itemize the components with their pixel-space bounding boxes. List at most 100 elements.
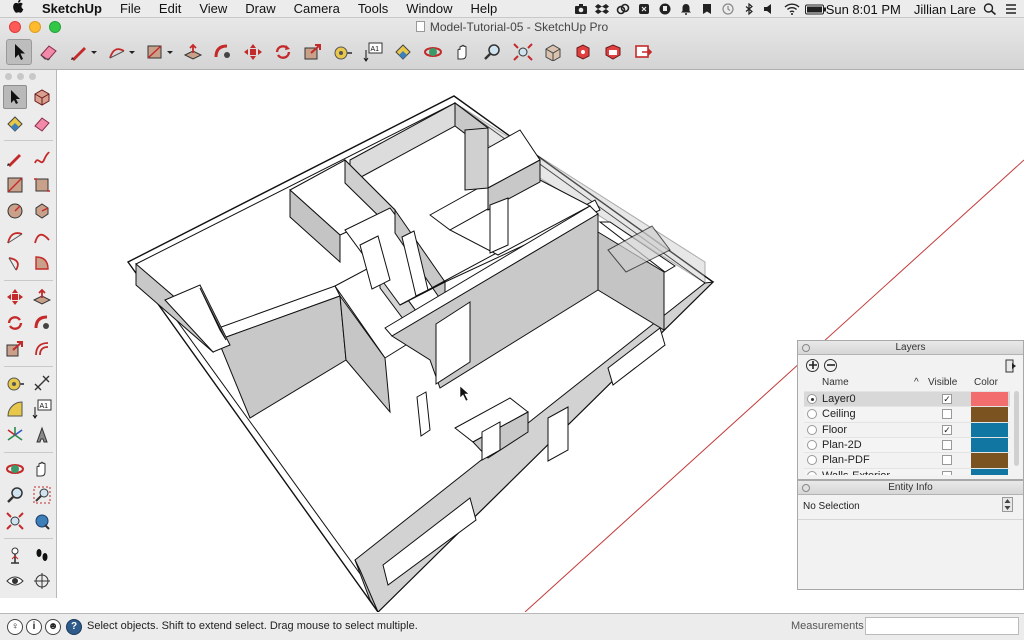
- toolbar-pencil-button[interactable]: [66, 39, 100, 65]
- toolbar-rotate-button[interactable]: [270, 39, 296, 65]
- dropbox-icon[interactable]: [594, 3, 609, 15]
- toolbar-text-button[interactable]: A1: [360, 39, 386, 65]
- wunderlist-icon[interactable]: [700, 3, 714, 15]
- palette-previous-view-tool[interactable]: [30, 509, 54, 533]
- layer-color-swatch[interactable]: [971, 453, 1008, 469]
- palette-arc-tool[interactable]: [3, 225, 27, 249]
- layer-visible-checkbox[interactable]: [942, 409, 952, 420]
- menu-help[interactable]: Help: [461, 0, 506, 18]
- toolbar-tape-measure-button[interactable]: [330, 39, 356, 65]
- palette-scale-tool[interactable]: [3, 337, 27, 361]
- toolbar-rectangle-button[interactable]: [142, 39, 176, 65]
- active-layer-radio[interactable]: [807, 455, 817, 466]
- palette-position-camera-tool[interactable]: [3, 543, 27, 567]
- toolbar-move-button[interactable]: [240, 39, 266, 65]
- palette-dimension-tool[interactable]: [30, 371, 54, 395]
- palette-rotated-rectangle-tool[interactable]: [30, 173, 54, 197]
- palette-line-tool[interactable]: [3, 146, 27, 170]
- instructor-help-icon[interactable]: ?: [66, 619, 82, 635]
- menubar-clock[interactable]: Sun 8:01 PM: [826, 2, 901, 17]
- layer-name[interactable]: Ceiling: [822, 408, 856, 421]
- layer-row[interactable]: Layer0 ✓: [804, 391, 1010, 407]
- toolbar-orbit-button[interactable]: [420, 39, 446, 65]
- bluetooth-icon[interactable]: [742, 2, 756, 16]
- menu-edit[interactable]: Edit: [150, 0, 190, 18]
- toolbar-zoom-button[interactable]: [480, 39, 506, 65]
- layers-panel-header[interactable]: Layers: [798, 341, 1023, 355]
- battery-icon[interactable]: [804, 3, 826, 15]
- layer-name[interactable]: Plan-PDF: [822, 454, 870, 467]
- palette-offset-tool[interactable]: [30, 337, 54, 361]
- palette-3-point-arc-tool[interactable]: [3, 251, 27, 275]
- toolbar-arc-button[interactable]: [104, 39, 138, 65]
- palette-eraser-tool[interactable]: [30, 112, 54, 136]
- palette-polygon-tool[interactable]: [30, 199, 54, 223]
- active-layer-radio[interactable]: [807, 470, 817, 475]
- layers-panel-collapse-button[interactable]: [802, 344, 810, 352]
- palette-pan-tool[interactable]: [30, 457, 54, 481]
- active-layer-radio[interactable]: [807, 394, 817, 404]
- menu-window[interactable]: Window: [397, 0, 461, 18]
- entity-info-collapse-button[interactable]: [802, 484, 810, 492]
- palette-follow-me-tool[interactable]: [30, 311, 54, 335]
- palette-2-point-arc-tool[interactable]: [30, 225, 54, 249]
- menu-file[interactable]: File: [111, 0, 150, 18]
- apple-icon[interactable]: [12, 0, 28, 18]
- sort-ascending-icon[interactable]: ^: [914, 377, 919, 388]
- palette-zoom-window-tool[interactable]: [30, 483, 54, 507]
- menu-camera[interactable]: Camera: [285, 0, 349, 18]
- palette-rotate-tool[interactable]: [3, 311, 27, 335]
- toolbar-3d-warehouse-button[interactable]: [540, 39, 566, 65]
- layer-color-swatch[interactable]: [971, 468, 1008, 475]
- palette-axes-tool[interactable]: [3, 423, 27, 447]
- palette-make-component-tool[interactable]: [30, 85, 54, 109]
- layer-name[interactable]: Layer0: [822, 393, 856, 406]
- palette-zoom-tool[interactable]: [3, 483, 27, 507]
- menubar-user[interactable]: Jillian Lare: [914, 2, 976, 17]
- palette-push-pull-tool[interactable]: [30, 285, 54, 309]
- toolbar-zoom-extents-button[interactable]: [510, 39, 536, 65]
- layers-scrollbar[interactable]: [1014, 391, 1019, 466]
- spotlight-icon[interactable]: [983, 3, 997, 16]
- palette-close-button[interactable]: [5, 73, 12, 80]
- geolocation-icon[interactable]: ♀: [7, 619, 23, 635]
- toolbar-follow-me-button[interactable]: [210, 39, 236, 65]
- active-layer-radio[interactable]: [807, 424, 817, 435]
- toolbar-paint-bucket-button[interactable]: [390, 39, 416, 65]
- credits-icon[interactable]: i: [26, 619, 42, 635]
- layer-visible-checkbox[interactable]: [942, 470, 952, 475]
- column-name[interactable]: Name: [822, 377, 849, 388]
- layer-color-swatch[interactable]: [971, 437, 1008, 453]
- palette-pie-tool[interactable]: [30, 251, 54, 275]
- measurements-input[interactable]: [865, 617, 1019, 635]
- delete-layer-button[interactable]: [824, 359, 837, 372]
- time-machine-icon[interactable]: [721, 3, 735, 15]
- toolbar-select-button[interactable]: [6, 39, 32, 65]
- layer-name[interactable]: Floor: [822, 424, 847, 437]
- layers-details-button[interactable]: [1005, 359, 1017, 376]
- palette-paint-bucket-tool[interactable]: [3, 112, 27, 136]
- palette-rectangle-tool[interactable]: [3, 173, 27, 197]
- palette-minimize-button[interactable]: [17, 73, 24, 80]
- notification-center-icon[interactable]: [1004, 3, 1018, 15]
- palette-circle-tool[interactable]: [3, 199, 27, 223]
- palette-orbit-tool[interactable]: [3, 457, 27, 481]
- toolbar-extension-warehouse-button[interactable]: [570, 39, 596, 65]
- expand-toggle-button[interactable]: [1002, 497, 1013, 512]
- palette-freehand-tool[interactable]: [30, 146, 54, 170]
- toolbar-pan-button[interactable]: [450, 39, 476, 65]
- toolbar-scale-button[interactable]: [300, 39, 326, 65]
- palette-protractor-tool[interactable]: [3, 397, 27, 421]
- layer-color-swatch[interactable]: [971, 407, 1008, 423]
- layer-visible-checkbox[interactable]: ✓: [942, 394, 952, 404]
- layer-color-swatch[interactable]: [971, 422, 1008, 438]
- menu-draw[interactable]: Draw: [236, 0, 284, 18]
- layer-name[interactable]: Plan-2D: [822, 439, 862, 452]
- layer-color-swatch[interactable]: [971, 392, 1008, 407]
- palette-section-plane-tool[interactable]: [30, 569, 54, 593]
- layer-row[interactable]: Plan-2D: [804, 436, 1010, 453]
- palette-3d-text-tool[interactable]: [30, 423, 54, 447]
- layer-visible-checkbox[interactable]: ✓: [942, 424, 952, 435]
- layer-row[interactable]: Ceiling: [804, 406, 1010, 423]
- toolbar-send-to-layout-button[interactable]: [630, 39, 656, 65]
